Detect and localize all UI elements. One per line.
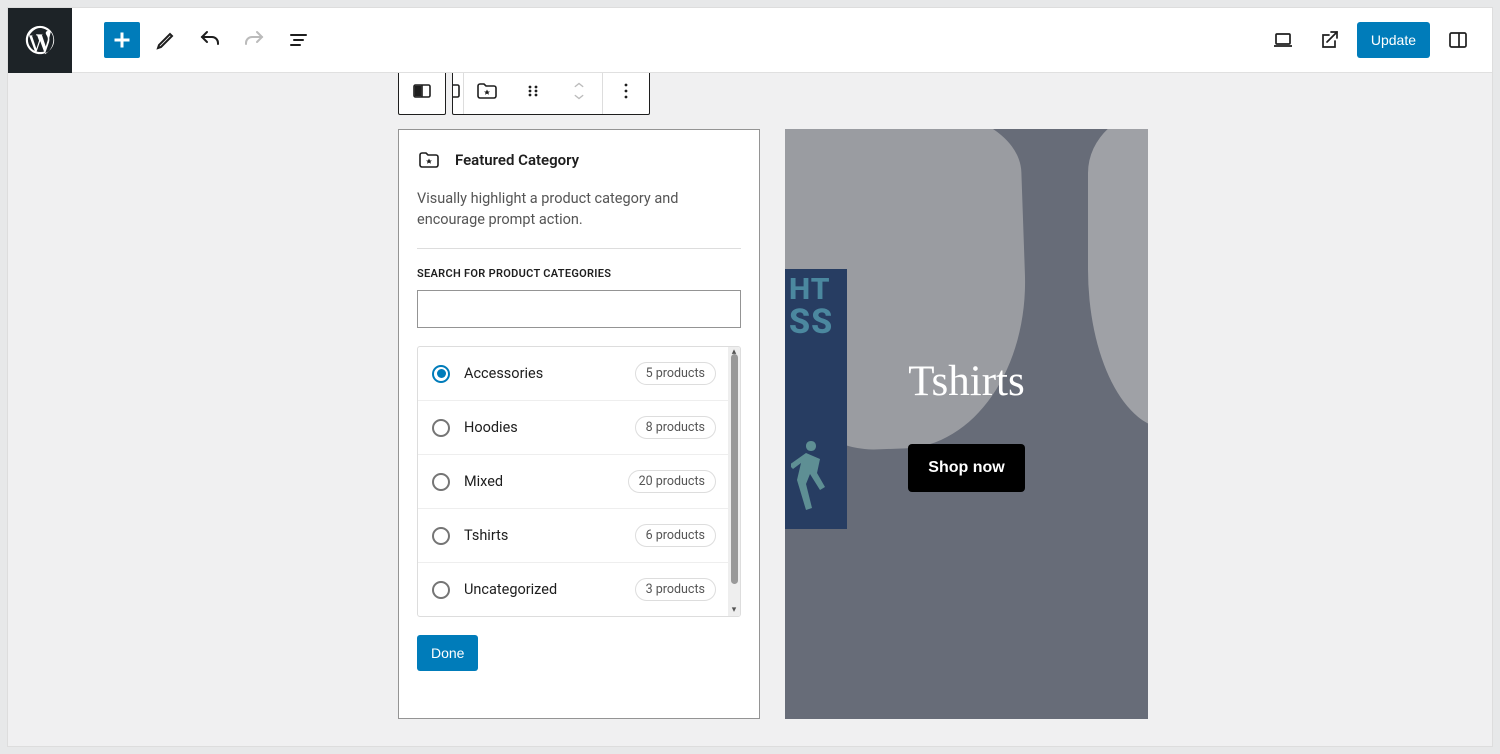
scrollbar-thumb[interactable] [731,354,738,584]
featured-category-panel: Featured Category Visually highlight a p… [398,129,760,719]
move-down-icon[interactable] [570,91,588,103]
move-block-buttons [556,73,602,114]
folder-star-icon [417,148,441,172]
editor-canvas: Featured Category Visually highlight a p… [8,73,1492,746]
external-view-button[interactable] [1311,22,1347,58]
featured-category-preview: HT SS Tshirts Shop now [785,129,1148,719]
header-tools-left [72,22,316,58]
radio-icon [432,473,450,491]
wordpress-logo[interactable] [8,8,72,73]
view-button[interactable] [1265,22,1301,58]
block-toolbars [398,73,650,115]
drag-handle[interactable] [510,73,556,114]
column-icon [452,79,463,103]
category-name: Tshirts [464,527,508,544]
move-up-icon[interactable] [570,79,588,91]
promo-title[interactable]: Tshirts [908,357,1024,406]
category-name: Accessories [464,365,543,382]
scroll-down-arrow[interactable]: ▾ [729,606,739,615]
category-count-badge: 8 products [635,416,716,439]
panel-header: Featured Category [417,148,741,172]
column-block-fragment[interactable] [453,79,463,103]
block-toolbar-child [452,73,650,115]
category-name: Hoodies [464,419,518,436]
add-block-button[interactable] [104,22,140,58]
radio-icon [432,527,450,545]
radio-icon [432,365,450,383]
shop-now-button[interactable]: Shop now [908,444,1024,492]
image-overlay [785,129,1148,719]
category-name: Uncategorized [464,581,557,598]
category-count-badge: 5 products [635,362,716,385]
settings-sidebar-button[interactable] [1440,22,1476,58]
featured-category-block-button[interactable] [464,73,510,114]
category-count-badge: 6 products [635,524,716,547]
panel-title: Featured Category [455,151,579,169]
category-search-input[interactable] [417,290,741,328]
header-tools-right: Update [1265,22,1492,58]
sidebar-icon [1446,28,1470,52]
category-count-badge: 20 products [628,470,716,493]
block-options-button[interactable] [603,73,649,114]
category-option-uncategorized[interactable]: Uncategorized 3 products [418,563,740,616]
category-option-mixed[interactable]: Mixed 20 products [418,455,740,509]
undo-button[interactable] [192,22,228,58]
more-vertical-icon [614,79,638,103]
list-icon [286,28,310,52]
update-button[interactable]: Update [1357,22,1430,58]
content-row: Featured Category Visually highlight a p… [398,129,1148,719]
panel-divider [417,248,741,249]
redo-button[interactable] [236,22,272,58]
block-toolbar-parent [398,73,446,115]
pencil-icon [154,28,178,52]
folder-star-icon [475,79,499,103]
radio-icon [432,419,450,437]
wordpress-icon [23,23,57,57]
drag-icon [521,79,545,103]
plus-icon [110,28,134,52]
scroll-up-arrow[interactable]: ▴ [729,348,739,357]
category-option-accessories[interactable]: Accessories 5 products [418,347,740,401]
category-list: ▴ ▾ Accessories 5 products Hoodies [417,346,741,617]
redo-icon [242,28,266,52]
document-overview-button[interactable] [280,22,316,58]
done-button[interactable]: Done [417,635,478,671]
external-link-icon [1317,28,1341,52]
category-count-badge: 3 products [635,578,716,601]
search-label: SEARCH FOR PRODUCT CATEGORIES [417,267,741,280]
panel-description: Visually highlight a product category an… [417,188,741,230]
radio-icon [432,581,450,599]
undo-icon [198,28,222,52]
laptop-icon [1271,28,1295,52]
category-option-tshirts[interactable]: Tshirts 6 products [418,509,740,563]
columns-block-button[interactable] [399,73,445,114]
editor-header: Update [8,8,1492,73]
category-name: Mixed [464,473,503,490]
category-option-hoodies[interactable]: Hoodies 8 products [418,401,740,455]
edit-tools-button[interactable] [148,22,184,58]
columns-icon [410,79,434,103]
